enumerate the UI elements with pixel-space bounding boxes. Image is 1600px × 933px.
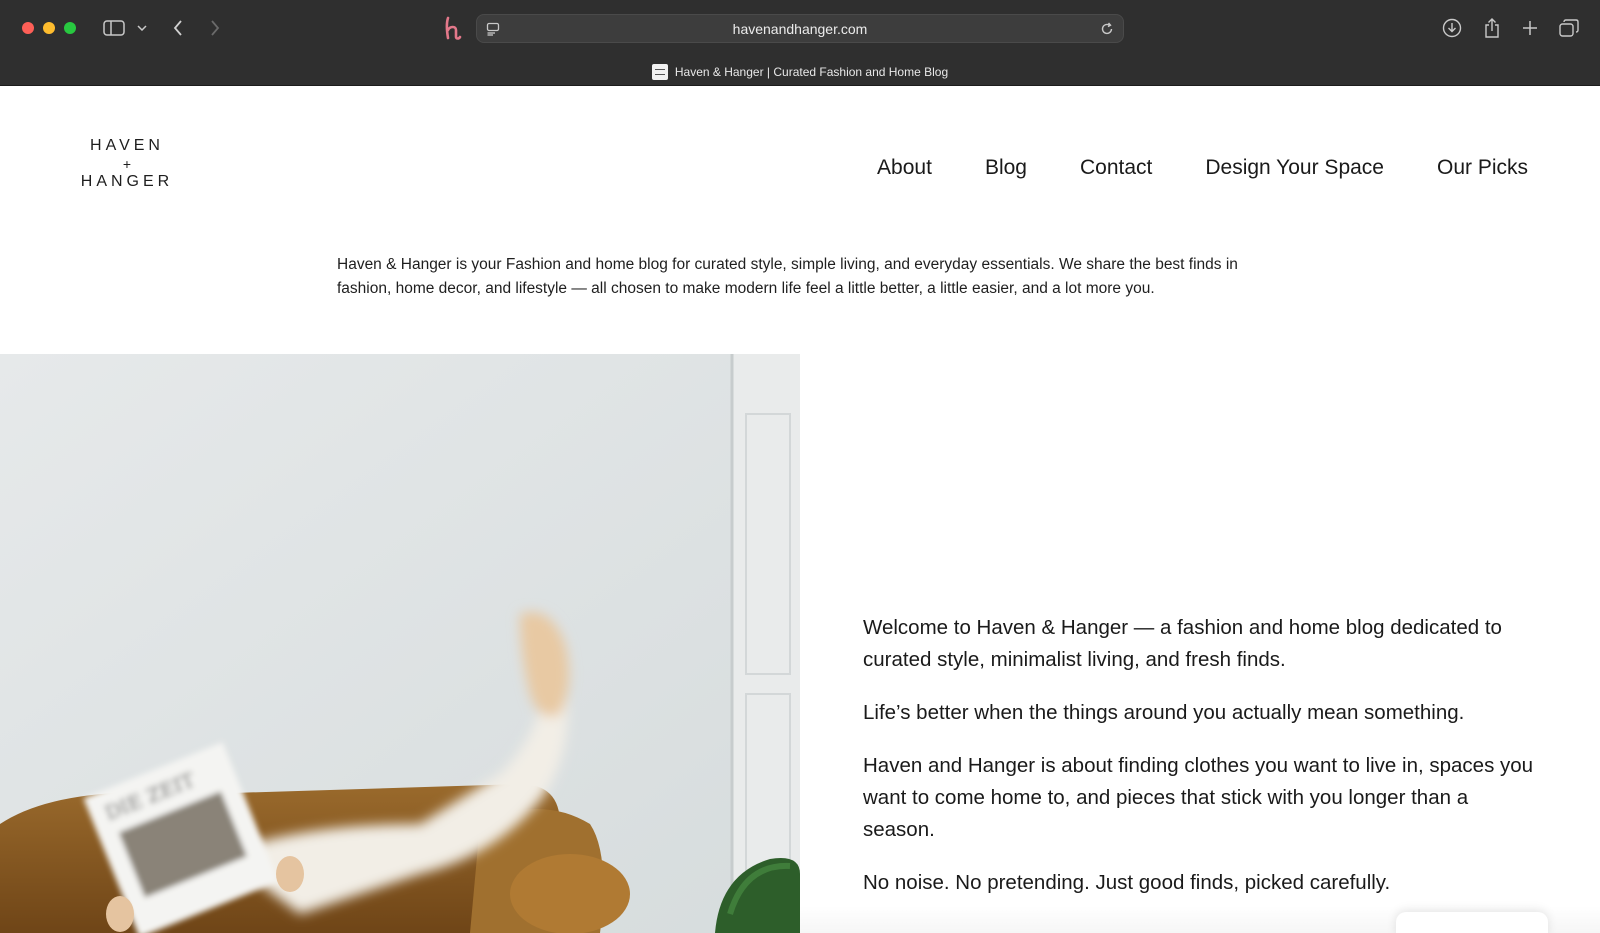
address-bar[interactable]: havenandhanger.com xyxy=(476,14,1124,43)
welcome-paragraph-3: Haven and Hanger is about finding clothe… xyxy=(863,754,1534,841)
nav-link-contact[interactable]: Contact xyxy=(1080,156,1152,180)
main-nav: About Blog Contact Design Your Space Our… xyxy=(877,156,1528,180)
honey-extension-icon[interactable] xyxy=(440,14,466,42)
close-window-button[interactable] xyxy=(22,22,34,34)
sidebar-toggle-icon[interactable] xyxy=(102,18,126,38)
share-icon[interactable] xyxy=(1481,16,1503,40)
downloads-icon[interactable] xyxy=(1441,17,1463,39)
hero-image: DIE ZEIT xyxy=(0,354,800,933)
tab-bar: Haven & Hanger | Curated Fashion and Hom… xyxy=(0,58,1600,85)
logo-line-2: + xyxy=(122,156,132,172)
back-icon[interactable] xyxy=(168,18,188,38)
reload-icon[interactable] xyxy=(1099,21,1115,37)
forward-icon[interactable] xyxy=(205,18,225,38)
welcome-paragraph-1: Welcome to Haven & Hanger — a fashion an… xyxy=(863,616,1502,671)
nav-link-about[interactable]: About xyxy=(877,156,932,180)
nav-link-our-picks[interactable]: Our Picks xyxy=(1437,156,1528,180)
site-favicon-icon xyxy=(651,63,668,80)
nav-link-blog[interactable]: Blog xyxy=(985,156,1027,180)
welcome-paragraph-4: No noise. No pretending. Just good finds… xyxy=(863,871,1391,894)
tab-title-text: Haven & Hanger | Curated Fashion and Hom… xyxy=(674,64,949,79)
browser-toolbar: havenandhanger.com Haven & Hanger | Cura… xyxy=(0,0,1600,86)
web-page: HAVEN + HANGER About Blog Contact Design… xyxy=(0,86,1600,933)
logo-line-3: HANGER xyxy=(80,173,174,190)
welcome-paragraph-2: Life’s better when the things around you… xyxy=(863,701,1465,724)
welcome-text: Welcome to Haven & Hanger — a fashion an… xyxy=(863,612,1543,920)
active-tab[interactable]: Haven & Hanger | Curated Fashion and Hom… xyxy=(651,63,949,80)
nav-link-design-your-space[interactable]: Design Your Space xyxy=(1205,156,1384,180)
person-reading-newspaper-on-sofa-photo-icon: DIE ZEIT xyxy=(0,354,800,933)
site-logo[interactable]: HAVEN + HANGER xyxy=(72,136,182,192)
url-text: havenandhanger.com xyxy=(732,21,868,37)
floating-widget[interactable] xyxy=(1396,912,1548,933)
zoom-window-button[interactable] xyxy=(64,22,76,34)
tab-overview-icon[interactable] xyxy=(1558,17,1580,39)
new-tab-icon[interactable] xyxy=(1519,17,1541,39)
minimize-window-button[interactable] xyxy=(43,22,55,34)
chevron-down-icon[interactable] xyxy=(134,20,150,36)
logo-line-1: HAVEN xyxy=(90,137,164,154)
intro-paragraph: Haven & Hanger is your Fashion and home … xyxy=(337,256,1238,297)
